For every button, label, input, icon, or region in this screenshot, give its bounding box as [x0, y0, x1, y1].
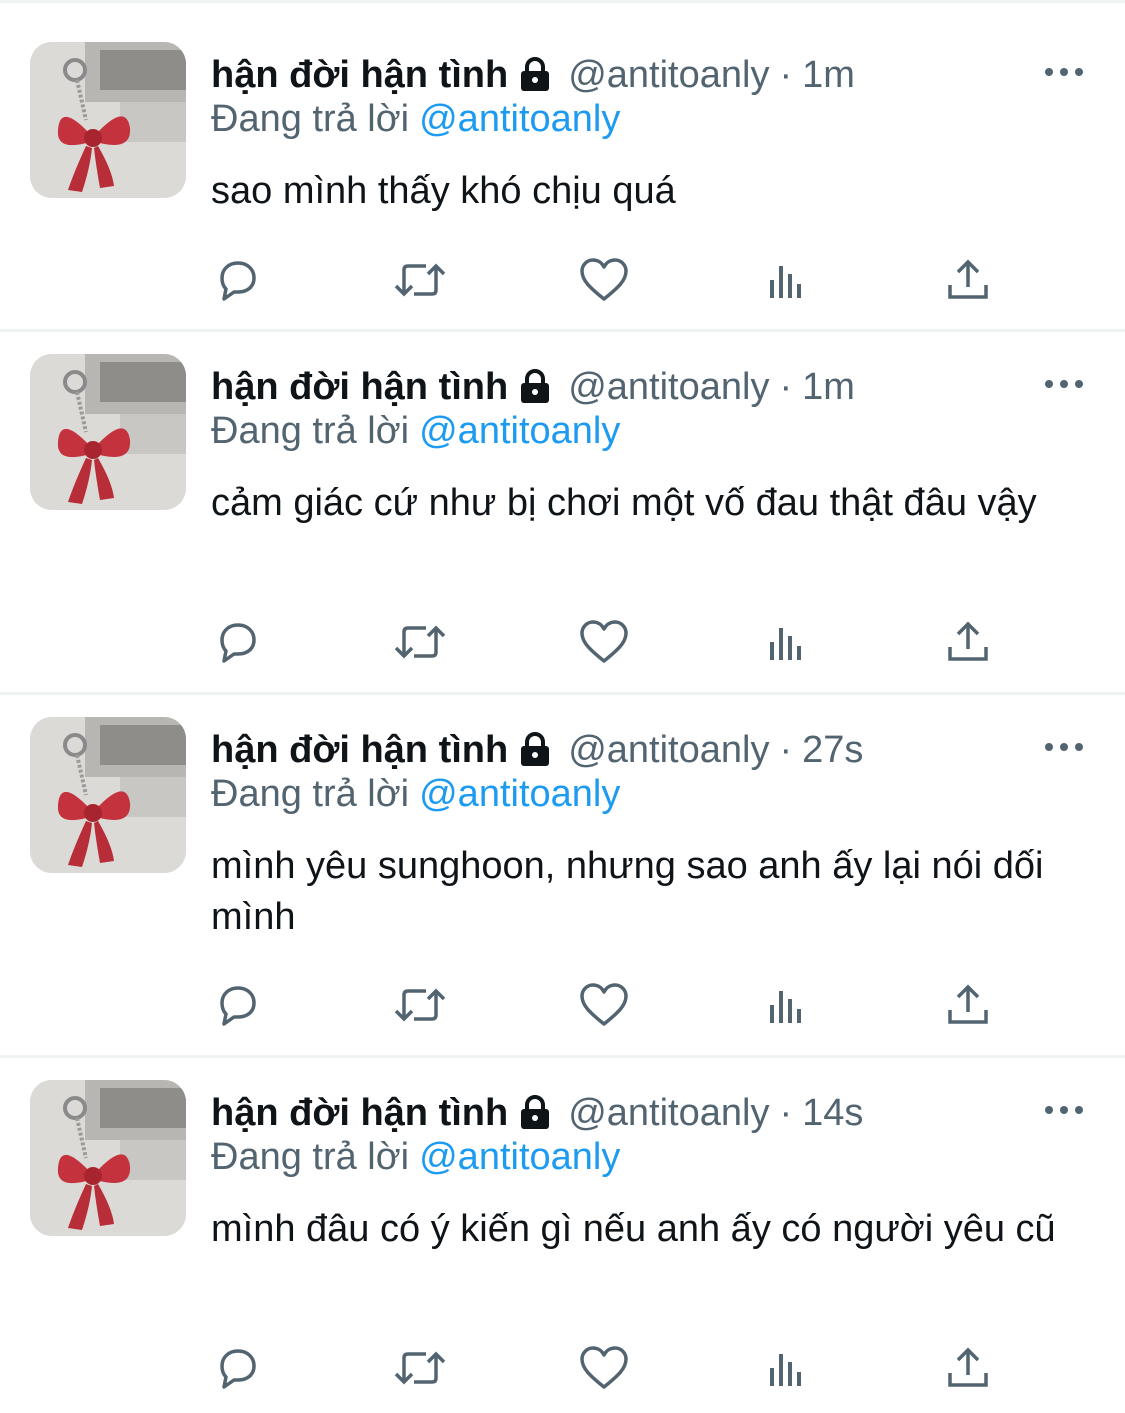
reply-prefix: Đang trả lời	[211, 1136, 410, 1178]
retweet-icon[interactable]	[390, 250, 450, 310]
reply-mention[interactable]: @antitoanly	[419, 98, 620, 140]
reply-icon[interactable]	[208, 975, 268, 1035]
more-icon[interactable]	[1039, 52, 1089, 92]
replying-to: Đang trả lời @antitoanly	[211, 98, 620, 141]
reply-prefix: Đang trả lời	[211, 773, 410, 815]
timestamp[interactable]: 1m	[802, 54, 855, 97]
tweet-text: mình đâu có ý kiến gì nếu anh ấy có ngườ…	[211, 1208, 1056, 1250]
tweet[interactable]: hận đời hận tình @antitoanly · 27s Đang …	[0, 675, 1125, 1058]
action-bar	[0, 975, 1125, 1035]
tweet-header: hận đời hận tình @antitoanly · 27s	[211, 725, 863, 775]
timestamp[interactable]: 1m	[802, 366, 855, 409]
share-icon[interactable]	[938, 1338, 998, 1398]
reply-mention[interactable]: @antitoanly	[419, 1136, 620, 1178]
action-bar	[0, 612, 1125, 672]
tweet-header: hận đời hận tình @antitoanly · 14s	[211, 1088, 863, 1138]
timeline: hận đời hận tình @antitoanly · 1m Đang t…	[0, 0, 1125, 1413]
avatar[interactable]	[30, 1080, 186, 1236]
display-name[interactable]: hận đời hận tình	[211, 54, 508, 97]
tweet-text: cảm giác cứ như bị chơi một vố đau thật …	[211, 482, 1037, 524]
action-bar	[0, 1338, 1125, 1398]
reply-mention[interactable]: @antitoanly	[419, 773, 620, 815]
tweet-header: hận đời hận tình @antitoanly · 1m	[211, 362, 855, 412]
avatar[interactable]	[30, 354, 186, 510]
more-icon[interactable]	[1039, 364, 1089, 404]
separator: ·	[779, 1091, 793, 1134]
reply-icon[interactable]	[208, 250, 268, 310]
heart-icon[interactable]	[574, 975, 634, 1035]
separator: ·	[779, 53, 793, 96]
reply-mention[interactable]: @antitoanly	[419, 410, 620, 452]
separator: ·	[779, 728, 793, 771]
retweet-icon[interactable]	[390, 975, 450, 1035]
timestamp[interactable]: 14s	[802, 1092, 863, 1135]
avatar[interactable]	[30, 42, 186, 198]
tweet[interactable]: hận đời hận tình @antitoanly · 1m Đang t…	[0, 312, 1125, 695]
views-icon[interactable]	[756, 250, 816, 310]
views-icon[interactable]	[756, 612, 816, 672]
handle[interactable]: @antitoanly	[568, 729, 769, 772]
handle[interactable]: @antitoanly	[568, 366, 769, 409]
lock-icon	[518, 57, 552, 93]
reply-icon[interactable]	[208, 612, 268, 672]
reply-prefix: Đang trả lời	[211, 410, 410, 452]
handle[interactable]: @antitoanly	[568, 54, 769, 97]
tweet[interactable]: hận đời hận tình @antitoanly · 14s Đang …	[0, 1038, 1125, 1413]
replying-to: Đang trả lời @antitoanly	[211, 773, 620, 816]
tweet-text: sao mình thấy khó chịu quá	[211, 170, 676, 212]
lock-icon	[518, 369, 552, 405]
reply-icon[interactable]	[208, 1338, 268, 1398]
heart-icon[interactable]	[574, 250, 634, 310]
share-icon[interactable]	[938, 975, 998, 1035]
tweet-header: hận đời hận tình @antitoanly · 1m	[211, 50, 855, 100]
avatar[interactable]	[30, 717, 186, 873]
timestamp[interactable]: 27s	[802, 729, 863, 772]
replying-to: Đang trả lời @antitoanly	[211, 1136, 620, 1179]
retweet-icon[interactable]	[390, 1338, 450, 1398]
tweet[interactable]: hận đời hận tình @antitoanly · 1m Đang t…	[0, 0, 1125, 332]
more-icon[interactable]	[1039, 1090, 1089, 1130]
share-icon[interactable]	[938, 612, 998, 672]
reply-prefix: Đang trả lời	[211, 98, 410, 140]
share-icon[interactable]	[938, 250, 998, 310]
heart-icon[interactable]	[574, 612, 634, 672]
display-name[interactable]: hận đời hận tình	[211, 1092, 508, 1135]
display-name[interactable]: hận đời hận tình	[211, 729, 508, 772]
action-bar	[0, 250, 1125, 310]
lock-icon	[518, 732, 552, 768]
views-icon[interactable]	[756, 975, 816, 1035]
heart-icon[interactable]	[574, 1338, 634, 1398]
separator: ·	[779, 365, 793, 408]
views-icon[interactable]	[756, 1338, 816, 1398]
handle[interactable]: @antitoanly	[568, 1092, 769, 1135]
retweet-icon[interactable]	[390, 612, 450, 672]
display-name[interactable]: hận đời hận tình	[211, 366, 508, 409]
tweet-text: mình yêu sunghoon, nhưng sao anh ấy lại …	[211, 845, 1044, 938]
replying-to: Đang trả lời @antitoanly	[211, 410, 620, 453]
more-icon[interactable]	[1039, 727, 1089, 767]
lock-icon	[518, 1095, 552, 1131]
